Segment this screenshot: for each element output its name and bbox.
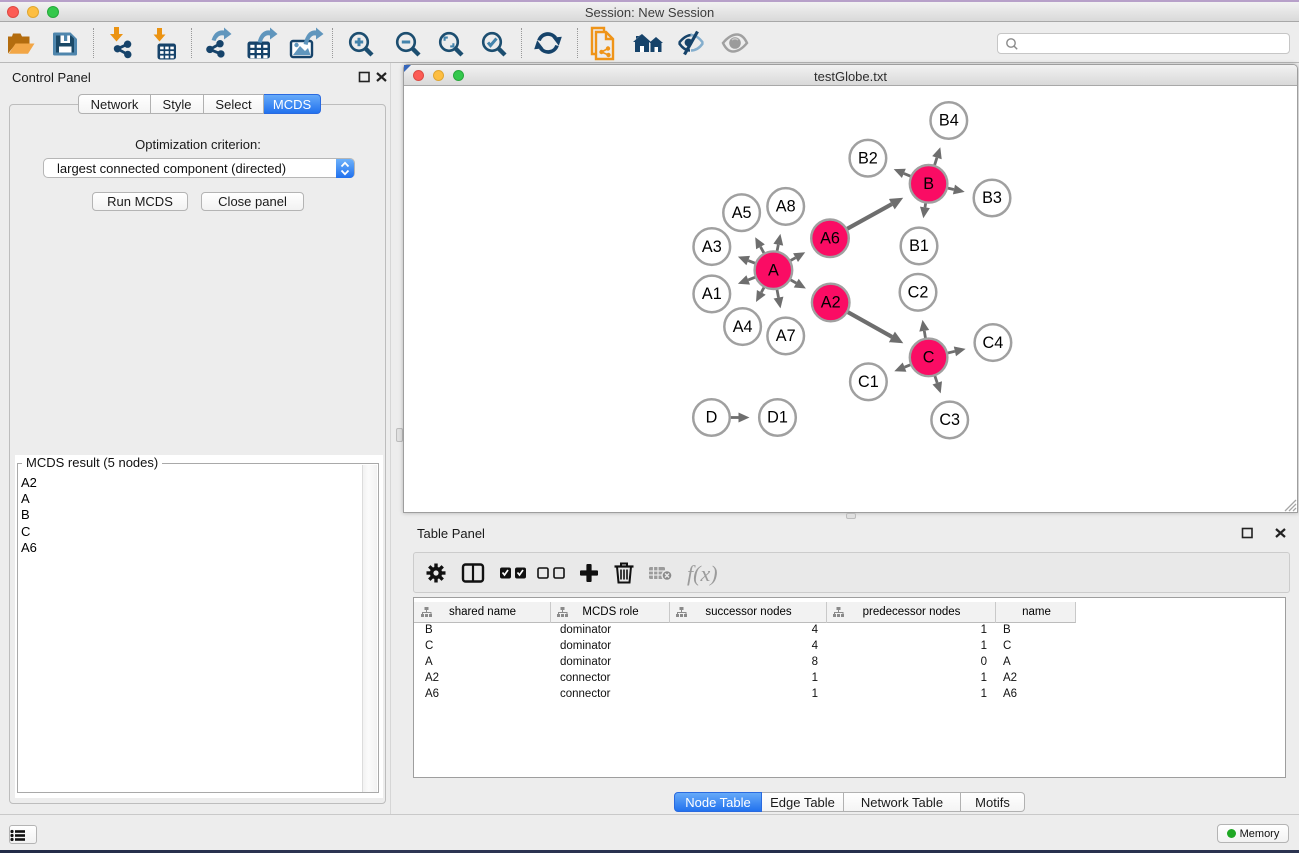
svg-text:D1: D1 [767, 409, 788, 427]
svg-text:A5: A5 [732, 204, 752, 222]
svg-text:A: A [768, 261, 779, 279]
svg-text:A8: A8 [776, 198, 796, 216]
svg-text:C1: C1 [858, 373, 879, 391]
svg-text:D: D [706, 409, 718, 427]
svg-text:f(x): f(x) [687, 561, 718, 586]
svg-text:B: B [923, 175, 934, 193]
svg-text:A4: A4 [733, 318, 753, 336]
svg-text:B3: B3 [982, 189, 1002, 207]
svg-text:A6: A6 [820, 230, 840, 248]
svg-text:B1: B1 [909, 237, 929, 255]
svg-text:A7: A7 [776, 327, 796, 345]
svg-text:A3: A3 [702, 238, 722, 256]
svg-text:A2: A2 [821, 294, 841, 312]
svg-text:A1: A1 [702, 285, 722, 303]
svg-text:C: C [923, 349, 935, 367]
svg-text:C4: C4 [983, 334, 1004, 352]
svg-text:B4: B4 [939, 112, 959, 130]
svg-text:B2: B2 [858, 149, 878, 167]
svg-text:C3: C3 [939, 411, 960, 429]
svg-text:C2: C2 [908, 284, 929, 302]
